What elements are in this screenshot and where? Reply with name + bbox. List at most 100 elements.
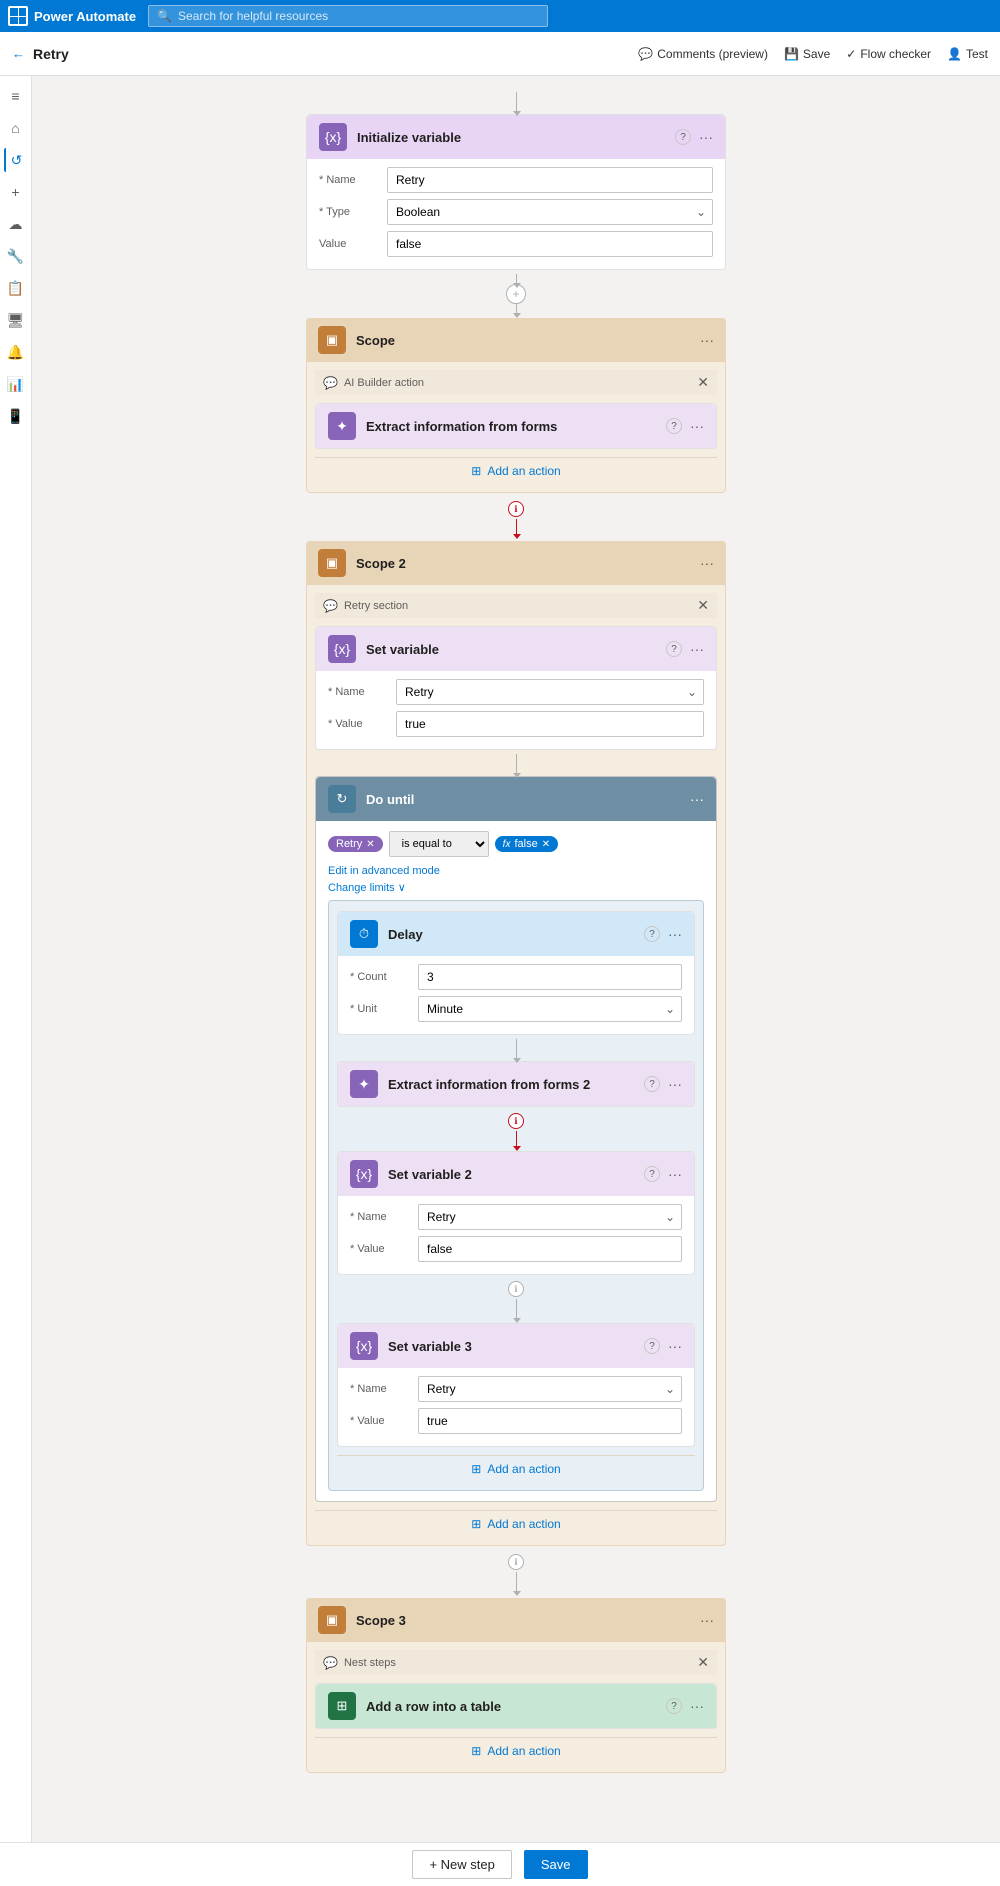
scope1-add-action[interactable]: ⊞ Add an action (315, 457, 717, 484)
retry-chip[interactable]: Retry ✕ (328, 836, 383, 852)
sv2-value-value[interactable]: false (418, 1236, 682, 1262)
flow-checker-button[interactable]: ✓ Flow checker (846, 47, 931, 61)
set-var1-name-value[interactable]: Retry (396, 679, 704, 705)
delay-count-value[interactable]: 3 (418, 964, 682, 990)
set-variable3-help[interactable]: ? (644, 1338, 660, 1354)
comments-button[interactable]: 💬 Comments (preview) (638, 47, 768, 61)
change-limits-btn[interactable]: Change limits ∨ (328, 881, 704, 894)
excel-help[interactable]: ? (666, 1698, 682, 1714)
delay-unit-value[interactable]: Minute (418, 996, 682, 1022)
retry-chip-close[interactable]: ✕ (366, 839, 374, 850)
init-variable-card: {x} Initialize variable ? ··· * Name Ret… (306, 114, 726, 270)
sidebar-icon-tools[interactable]: 🔧 (4, 244, 28, 268)
arrow-8 (516, 1572, 517, 1592)
sidebar-icon-flow[interactable]: ↺ (4, 148, 28, 172)
extract-forms2-help[interactable]: ? (644, 1076, 660, 1092)
connector-3: ℹ (508, 499, 524, 535)
sidebar-icon-apps[interactable]: ☁ (4, 212, 28, 236)
extract-forms1-help[interactable]: ? (666, 418, 682, 434)
sv3-name-value[interactable]: Retry (418, 1376, 682, 1402)
scope2-add-action[interactable]: ⊞ Add an action (315, 1510, 717, 1537)
connector-7: ℹ (337, 1279, 695, 1319)
set-var1-value-value[interactable]: true (396, 711, 704, 737)
sv2-name-value[interactable]: Retry (418, 1204, 682, 1230)
delay-body: * Count 3 * Unit Minute (338, 956, 694, 1034)
set-variable3-title: Set variable 3 (388, 1339, 634, 1354)
delay-icon: ⏱ (350, 920, 378, 948)
search-placeholder: Search for helpful resources (178, 9, 328, 23)
sidebar-icon-lists[interactable]: 📋 (4, 276, 28, 300)
scope1-menu[interactable]: ··· (700, 332, 714, 348)
scope2-body: 💬 Retry section ✕ {x} Set variable ? ··· (306, 585, 726, 1546)
set-variable2-menu[interactable]: ··· (668, 1166, 682, 1182)
sidebar-icon-mobile[interactable]: 📱 (4, 404, 28, 428)
search-bar[interactable]: 🔍 Search for helpful resources (148, 5, 548, 27)
sidebar-icon-home[interactable]: ⌂ (4, 116, 28, 140)
arrow-2a (516, 274, 517, 284)
extract-forms1-menu[interactable]: ··· (690, 418, 704, 434)
excel-title: Add a row into a table (366, 1699, 656, 1714)
save-button[interactable]: 💾 Save (784, 47, 830, 61)
connector-6: ℹ (337, 1111, 695, 1147)
scope3-menu[interactable]: ··· (700, 1612, 714, 1628)
do-until-add-icon: ⊞ (471, 1462, 481, 1476)
set-variable2-help[interactable]: ? (644, 1166, 660, 1182)
bottom-bar: + New step Save (0, 1842, 1000, 1886)
scope2-menu[interactable]: ··· (700, 555, 714, 571)
extract-forms2-menu[interactable]: ··· (668, 1076, 682, 1092)
new-step-button[interactable]: + New step (412, 1850, 511, 1879)
false-chip-close[interactable]: ✕ (542, 839, 550, 850)
extract-forms2-icon: ✦ (350, 1070, 378, 1098)
scope2-add-icon: ⊞ (471, 1517, 481, 1531)
sidebar-icon-menu[interactable]: ≡ (4, 84, 28, 108)
sidebar-icon-alerts[interactable]: 🔔 (4, 340, 28, 364)
sv3-value-value[interactable]: true (418, 1408, 682, 1434)
test-button[interactable]: 👤 Test (947, 47, 988, 61)
flow-canvas: {x} Initialize variable ? ··· * Name Ret… (32, 76, 1000, 1842)
init-value-value[interactable]: false (387, 231, 713, 257)
do-until-title: Do until (366, 792, 680, 807)
init-value-row: Value false (319, 231, 713, 257)
init-type-value[interactable]: Boolean (387, 199, 713, 225)
set-variable2-controls: ? ··· (644, 1166, 682, 1182)
do-until-add-action[interactable]: ⊞ Add an action (337, 1455, 695, 1482)
sv2-value-row: * Value false (350, 1236, 682, 1262)
delay-controls: ? ··· (644, 926, 682, 942)
scope2-sub-text: Retry section (344, 600, 408, 612)
main-layout: ≡ ⌂ ↺ + ☁ 🔧 📋 🖥 🔔 📊 📱 {x} Initialize var… (0, 76, 1000, 1842)
sv3-value-label: * Value (350, 1415, 410, 1427)
scope3-close-btn[interactable]: ✕ (697, 1654, 709, 1671)
condition-select[interactable]: is equal to (389, 831, 489, 857)
set-variable1-icon: {x} (328, 635, 356, 663)
sidebar-icon-add[interactable]: + (4, 180, 28, 204)
do-until-menu[interactable]: ··· (690, 791, 704, 807)
scope1-close-btn[interactable]: ✕ (697, 374, 709, 391)
init-variable-help[interactable]: ? (675, 129, 691, 145)
set-variable1-menu[interactable]: ··· (690, 641, 704, 657)
set-variable1-controls: ? ··· (666, 641, 704, 657)
scope1-sub-text: AI Builder action (344, 377, 424, 389)
init-name-value[interactable]: Retry (387, 167, 713, 193)
init-variable-menu[interactable]: ··· (699, 129, 713, 145)
sv3-name-label: * Name (350, 1383, 410, 1395)
do-until-body: Retry ✕ is equal to fx false ✕ (316, 821, 716, 1501)
extract-forms1-title: Extract information from forms (366, 419, 656, 434)
red-arrow (516, 519, 517, 535)
save-bottom-button[interactable]: Save (524, 1850, 588, 1879)
sidebar-icon-monitor[interactable]: 🖥 (4, 308, 28, 332)
extract-forms1-controls: ? ··· (666, 418, 704, 434)
sidebar-icon-analytics[interactable]: 📊 (4, 372, 28, 396)
comments-icon: 💬 (638, 47, 653, 61)
back-button[interactable]: ← (12, 46, 25, 61)
extract-forms2-header: ✦ Extract information from forms 2 ? ··· (338, 1062, 694, 1106)
scope1-body: 💬 AI Builder action ✕ ✦ Extract informat… (306, 362, 726, 493)
edit-advanced-btn[interactable]: Edit in advanced mode (328, 865, 704, 877)
set-variable1-help[interactable]: ? (666, 641, 682, 657)
scope3-add-action[interactable]: ⊞ Add an action (315, 1737, 717, 1764)
delay-help[interactable]: ? (644, 926, 660, 942)
excel-menu[interactable]: ··· (690, 1698, 704, 1714)
set-variable3-menu[interactable]: ··· (668, 1338, 682, 1354)
delay-menu[interactable]: ··· (668, 926, 682, 942)
scope2-close-btn[interactable]: ✕ (697, 597, 709, 614)
false-chip[interactable]: fx false ✕ (495, 836, 558, 852)
